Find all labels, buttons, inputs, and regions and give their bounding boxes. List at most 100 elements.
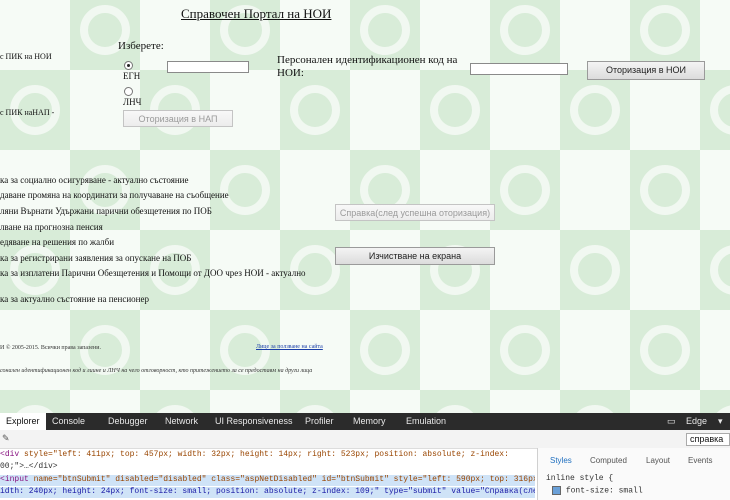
dock-icon[interactable]: ▾ [718, 416, 723, 427]
styles-pane-tab[interactable]: Events [688, 456, 712, 465]
background-tile [490, 0, 560, 70]
background-tile [210, 310, 280, 390]
pencil-icon[interactable]: ✎ [2, 433, 10, 444]
noi-watermark-icon [290, 85, 340, 135]
noi-watermark-icon [570, 405, 620, 413]
service-link[interactable]: ка за регистрирани заявления за опускане… [0, 253, 191, 263]
style-prop-row[interactable]: font-size: small [552, 486, 643, 496]
background-tile [560, 390, 630, 413]
devtools-tab[interactable]: Explorer [0, 413, 46, 430]
style-rule: inline style { [546, 474, 614, 483]
dom-line-tag: input [4, 475, 34, 484]
styles-pane-tab[interactable]: Layout [646, 456, 670, 465]
background-tile [0, 390, 70, 413]
checkbox-icon[interactable] [552, 486, 561, 495]
radio-lnch[interactable] [124, 87, 133, 96]
noi-watermark-icon [710, 245, 730, 295]
background-tile [560, 230, 630, 310]
background-tile [560, 70, 630, 150]
noi-watermark-icon [430, 85, 480, 135]
background-tile [350, 230, 420, 310]
service-link[interactable]: ляни Върнати Удържани парични обезщетени… [0, 206, 212, 216]
background-tile [700, 230, 730, 310]
devtools-tab-bar: Explorer Console Debugger Network UI Respons… [0, 413, 730, 430]
styles-pane: Styles Computed Layout Events inline style … [537, 448, 730, 500]
background-tile [350, 310, 420, 390]
background-tile [70, 0, 140, 70]
background-tile [630, 390, 700, 413]
clear-screen-button[interactable]: Изчистване на екрана [335, 247, 495, 265]
noi-watermark-icon [360, 325, 410, 375]
noi-watermark-icon [500, 165, 550, 215]
noi-watermark-icon [150, 405, 200, 413]
background-tile [490, 230, 560, 310]
background-tile [420, 230, 490, 310]
background-tile [630, 310, 700, 390]
devtools-tab[interactable]: Profiler [305, 416, 334, 426]
egn-input[interactable] [167, 61, 249, 73]
background-tile [210, 390, 280, 413]
dom-line-attrs: name="btnSubmit" disabled="disabled" cla… [33, 475, 535, 484]
background-tile [490, 390, 560, 413]
auth-nap-button[interactable]: Оторизация в НАП [123, 110, 233, 127]
dom-line[interactable]: <div style="left: 411px; top: 457px; wid… [0, 450, 535, 461]
choose-label: Изберете: [118, 40, 164, 52]
document-mode[interactable]: Edge [686, 416, 707, 426]
radio-egn[interactable] [124, 61, 133, 70]
background-tile [420, 70, 490, 150]
auth-noi-button[interactable]: Оторизация в НОИ [587, 61, 705, 80]
dom-line-selected[interactable]: idth: 240px; height: 24px; font-size: sm… [0, 487, 535, 498]
background-tile [280, 70, 350, 150]
style-prop: font-size: small [565, 486, 643, 496]
terms-link[interactable]: Лице за ползване на сайта [256, 344, 323, 350]
background-tile [560, 0, 630, 70]
noi-watermark-icon [640, 5, 690, 55]
dom-search-input[interactable]: справка [686, 433, 730, 446]
styles-pane-tab[interactable]: Computed [590, 456, 627, 465]
background-tile [490, 310, 560, 390]
noi-watermark-icon [500, 5, 550, 55]
left-label-pik-nap: с ПИК наНАП - [0, 108, 55, 117]
service-link[interactable]: ка за актуално състояние на пенсионер [0, 294, 149, 304]
web-page: Справочен Портал на НОИ с ПИК на НОИ с П… [0, 0, 730, 413]
service-link[interactable]: лване на прогнозна пенсия [0, 222, 103, 232]
background-tile [700, 0, 730, 70]
noi-watermark-icon [710, 405, 730, 413]
styles-pane-tab[interactable]: Styles [550, 456, 572, 465]
background-tile [70, 390, 140, 413]
service-link[interactable]: даване промяна на координати за получава… [0, 190, 229, 200]
background-tile [420, 310, 490, 390]
background-tile [700, 310, 730, 390]
noi-watermark-icon [500, 325, 550, 375]
noi-watermark-icon [360, 5, 410, 55]
service-link[interactable]: ка за изплатени Парични Обезщетения и По… [0, 268, 306, 278]
devtools-panel: Explorer Console Debugger Network UI Respons… [0, 413, 730, 500]
pik-label: Персонален идентификационен код на НОИ: [277, 54, 458, 79]
service-link[interactable]: ка за социално осигуряване - актуално съ… [0, 175, 188, 185]
devtools-tab[interactable]: Emulation [406, 416, 446, 426]
devtools-tab[interactable]: Debugger [108, 416, 148, 426]
background-tile [280, 390, 350, 413]
background-tile [560, 150, 630, 230]
background-tile [700, 390, 730, 413]
devtools-tab[interactable]: UI Responsiveness [215, 416, 293, 426]
background-tile [700, 150, 730, 230]
devtools-tab[interactable]: Console [52, 416, 85, 426]
pik-input[interactable] [470, 63, 568, 75]
background-tile [630, 230, 700, 310]
noi-watermark-icon [10, 405, 60, 413]
background-tile [140, 390, 210, 413]
screen-icon[interactable]: ▭ [667, 416, 676, 427]
background-tile [280, 310, 350, 390]
noi-watermark-icon [570, 85, 620, 135]
devtools-tab[interactable]: Memory [353, 416, 386, 426]
dom-line-tag: div [4, 450, 25, 459]
spravka-button[interactable]: Справка(след успешна оторизация) [335, 204, 495, 221]
background-tile [350, 390, 420, 413]
background-tile [630, 70, 700, 150]
service-link[interactable]: едяване на решения по жалби [0, 237, 114, 247]
background-tile [700, 70, 730, 150]
devtools-tab[interactable]: Network [165, 416, 198, 426]
dom-line-selected[interactable]: <input name="btnSubmit" disabled="disabl… [0, 475, 535, 486]
dom-line[interactable]: 00;">…</div> [0, 462, 535, 473]
